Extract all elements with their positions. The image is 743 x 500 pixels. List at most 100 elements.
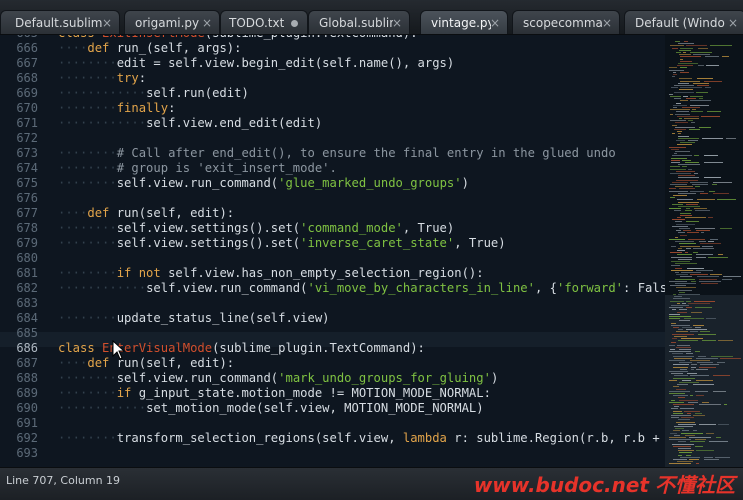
minimap-line — [679, 228, 690, 229]
minimap-line — [686, 247, 691, 249]
minimap-line — [674, 296, 682, 298]
minimap-line — [704, 155, 718, 157]
close-icon[interactable]: × — [102, 11, 112, 34]
minimap-line — [670, 197, 675, 199]
minimap-line — [677, 65, 693, 67]
tab-scopecomman[interactable]: scopecomman × — [512, 10, 620, 34]
minimap-line — [676, 230, 681, 232]
unsaved-dot-icon[interactable] — [291, 20, 298, 27]
minimap-line — [723, 276, 741, 278]
minimap-line — [675, 186, 693, 188]
tab-default-windo[interactable]: Default (Windo × — [624, 10, 743, 34]
minimap-line — [678, 454, 682, 456]
code-token: edit = self.view.begin_edit(self.name(),… — [116, 56, 455, 70]
code-line[interactable]: ········if not self.view.has_non_empty_s… — [58, 266, 484, 281]
tab-global-sublime[interactable]: Global.sublime× — [308, 10, 410, 34]
line-number: 687 — [16, 356, 38, 370]
whitespace-marker: ············ — [58, 116, 147, 130]
minimap-line — [678, 329, 683, 331]
minimap-line — [680, 60, 692, 62]
minimap-line — [678, 450, 694, 452]
minimap-line — [680, 56, 701, 58]
minimap-line — [678, 289, 692, 291]
close-icon[interactable]: × — [728, 11, 738, 34]
minimap-line — [670, 109, 690, 111]
whitespace-marker: ···· — [58, 356, 88, 370]
minimap-line — [679, 243, 696, 245]
minimap-line — [676, 223, 695, 225]
code-line[interactable]: ········# group is 'exit_insert_mode'. — [58, 161, 337, 176]
tab-todo-txt[interactable]: TODO.txt — [220, 10, 308, 34]
code-line[interactable]: ········edit = self.view.begin_edit(self… — [58, 56, 454, 71]
tab-default-sublim[interactable]: Default.sublim × — [0, 10, 120, 34]
minimap-line — [686, 98, 696, 100]
minimap-line — [696, 357, 718, 359]
minimap-line — [677, 311, 687, 313]
code-line[interactable]: ········update_status_line(self.view) — [58, 311, 330, 326]
close-icon[interactable]: × — [602, 11, 612, 34]
code-line[interactable]: ············self.view.run_command('vi_mo… — [58, 281, 665, 296]
tab-origami-py[interactable]: origami.py × — [124, 10, 220, 34]
minimap-line — [680, 214, 692, 216]
code-line[interactable]: ········transform_selection_regions(self… — [58, 431, 665, 446]
code-token: (sublime_plugin.TextCommand): — [205, 35, 418, 40]
minimap-line — [699, 241, 706, 243]
minimap-line — [688, 120, 693, 122]
minimap-line — [669, 439, 691, 441]
code-line[interactable]: ········self.view.settings().set('invers… — [58, 236, 506, 251]
code-line[interactable]: ····def run(self, edit): — [58, 206, 234, 221]
minimap-line — [690, 52, 712, 53]
line-number: 676 — [16, 191, 38, 205]
line-number: 681 — [16, 266, 38, 280]
minimap-line — [670, 45, 684, 47]
code-line[interactable]: ············self.view.end_edit(edit) — [58, 116, 322, 131]
minimap-line — [686, 353, 693, 355]
minimap-line — [708, 241, 714, 243]
close-icon[interactable]: × — [202, 11, 212, 34]
close-icon[interactable]: × — [392, 11, 402, 34]
minimap-line — [694, 173, 698, 174]
minimap-line — [672, 353, 683, 355]
minimap-line — [671, 245, 676, 247]
minimap[interactable] — [665, 35, 743, 467]
minimap-line — [678, 419, 690, 421]
status-bar: Line 707, Column 19 www.budoc.net 不懂社区 — [0, 467, 743, 500]
minimap-line — [679, 309, 687, 311]
whitespace-marker: ········ — [58, 221, 117, 235]
code-line[interactable]: ········self.view.run_command('glue_mark… — [58, 176, 469, 191]
minimap-line — [690, 100, 711, 102]
code-line[interactable]: ········# Call after end_edit(), to ensu… — [58, 146, 616, 161]
minimap-line — [697, 199, 715, 201]
code-line[interactable]: ········self.view.run_command('mark_undo… — [58, 371, 498, 386]
code-line[interactable]: ····def run(self, edit): — [58, 356, 234, 371]
code-line[interactable]: ············self.run(edit) — [58, 86, 249, 101]
code-token: run(self, edit): — [116, 206, 235, 220]
code-line[interactable]: ········finally: — [58, 101, 175, 116]
code-editor[interactable]: 6656666676686696706716726736746756766776… — [0, 35, 665, 467]
tab-vintage-py[interactable]: vintage.py × — [420, 10, 508, 34]
code-line[interactable]: ····def run_(self, args): — [58, 41, 241, 56]
code-token: 'glue_marked_undo_groups' — [278, 176, 462, 190]
minimap-line — [675, 151, 690, 152]
line-number: 678 — [16, 221, 38, 235]
line-number: 674 — [16, 161, 38, 175]
minimap-line — [697, 85, 709, 86]
minimap-line — [686, 208, 690, 210]
minimap-line — [678, 340, 698, 342]
minimap-line — [693, 54, 710, 56]
code-token: # group is 'exit_insert_mode'. — [116, 161, 337, 175]
minimap-line — [699, 366, 716, 368]
code-line[interactable]: ········try: — [58, 71, 146, 86]
code-line[interactable]: ········if g_input_state.motion_mode != … — [58, 386, 491, 401]
minimap-line — [672, 219, 685, 221]
minimap-line — [688, 302, 710, 304]
minimap-line — [670, 252, 682, 254]
code-line[interactable]: ········self.view.settings().set('comman… — [58, 221, 454, 236]
minimap-line — [670, 173, 691, 174]
minimap-line — [683, 230, 691, 232]
close-icon[interactable]: × — [490, 11, 500, 34]
line-number: 689 — [16, 386, 38, 400]
minimap-line — [690, 331, 698, 333]
minimap-line — [678, 164, 700, 166]
code-line[interactable]: ············set_motion_mode(self.view, M… — [58, 401, 484, 416]
